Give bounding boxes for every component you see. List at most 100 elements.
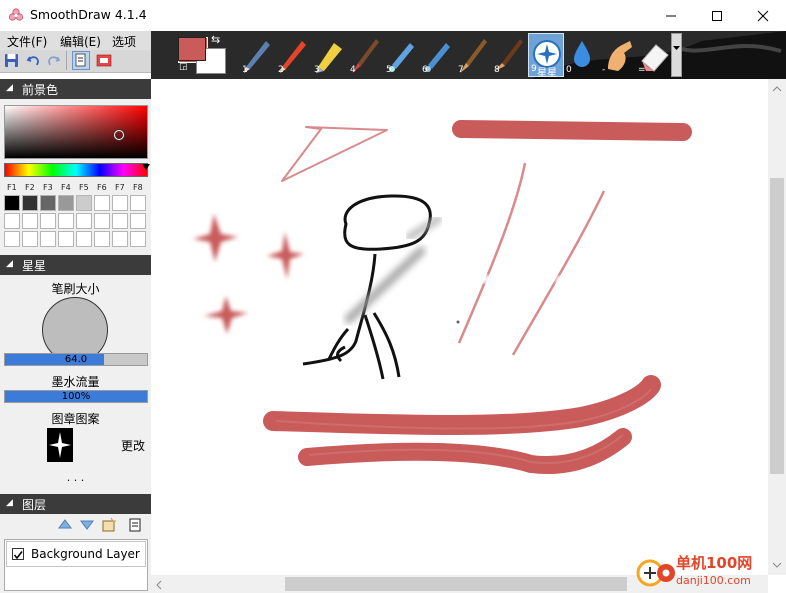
figure-head-stroke (343, 194, 432, 251)
reset-colors-icon[interactable]: ◲ (179, 62, 188, 72)
palette-swatch[interactable] (94, 213, 110, 229)
brush-size-slider[interactable]: 64.0 (4, 353, 148, 366)
stamp-pattern-preview (47, 428, 73, 462)
tool-shortcut-label: - (602, 65, 606, 75)
maximize-icon (712, 10, 722, 21)
minimize-icon (666, 15, 676, 16)
palette-swatch[interactable] (4, 195, 20, 211)
palette-swatch[interactable] (112, 195, 128, 211)
collapse-triangle-icon: ◢ (6, 83, 13, 93)
diagonal-stroke (457, 162, 527, 344)
stamp-pattern-label: 图章图案 (51, 412, 100, 426)
diagonal-stroke (511, 190, 606, 356)
more-options-button[interactable]: . . . (0, 471, 151, 484)
menu-bar: 文件(F) 编辑(E) 选项(O) (0, 31, 151, 64)
star-stamp (193, 214, 238, 262)
palette-shortcut-label: F1 (7, 183, 17, 192)
new-layer-icon[interactable] (101, 517, 117, 532)
brush-toolbar: ⇆ ◲ 1 2 3 4 5 6 7 8 9 星星 0- = (151, 31, 786, 79)
tool-button-7[interactable]: 7 (456, 33, 492, 77)
maximize-button[interactable] (694, 0, 740, 31)
tool-button-6[interactable]: 6 (420, 33, 456, 77)
palette-swatch[interactable] (112, 231, 128, 247)
hue-slider-handle[interactable] (142, 164, 150, 170)
minimize-button[interactable] (648, 0, 694, 31)
layer-down-icon[interactable] (80, 519, 94, 531)
toolbar-divider (66, 51, 67, 70)
smudge-mark (555, 276, 571, 284)
panel-toggle-button[interactable] (72, 51, 90, 70)
palette-swatch[interactable] (4, 213, 20, 229)
swap-colors-icon[interactable]: ⇆ (211, 33, 220, 46)
tool-shortcut-label: 2 (278, 65, 284, 75)
menu-edit[interactable]: 编辑(E) (60, 33, 101, 50)
palette-swatch[interactable] (130, 213, 146, 229)
brush-settings-header[interactable]: ◢ 星星 (0, 255, 151, 275)
color-picker-cursor[interactable] (114, 130, 124, 140)
tool-button--[interactable]: - (600, 33, 636, 77)
palette-swatch[interactable] (22, 231, 38, 247)
palette-swatch[interactable] (58, 213, 74, 229)
hue-slider[interactable] (4, 163, 150, 177)
tool-shortcut-label: 4 (350, 65, 356, 75)
more-tools-button[interactable] (671, 33, 682, 77)
tool-button-3[interactable]: 3 (312, 33, 348, 77)
thick-line-stroke (452, 120, 692, 141)
tool-button-9[interactable]: 9 星星 (528, 33, 564, 79)
smudge-mark (476, 275, 492, 283)
collapse-triangle-icon: ◢ (6, 259, 13, 269)
tool-button-0[interactable]: 0 (564, 33, 600, 77)
star-stamp (267, 232, 304, 279)
palette-swatch[interactable] (4, 231, 20, 247)
scroll-up-icon[interactable] (772, 85, 782, 93)
tool-shortcut-label: 9 (531, 64, 537, 74)
tool-button-5[interactable]: 5 (384, 33, 420, 77)
palette-swatch[interactable] (58, 195, 74, 211)
palette-swatch[interactable] (112, 213, 128, 229)
layer-visibility-checkbox[interactable] (12, 548, 24, 560)
scroll-left-icon[interactable] (155, 580, 163, 590)
dot-mark (456, 320, 460, 324)
redo-icon[interactable] (46, 53, 61, 68)
panel-icon (75, 53, 86, 67)
tool-shortcut-label: 3 (314, 65, 320, 75)
drawing-canvas[interactable] (151, 79, 786, 593)
ink-flow-label: 墨水流量 (51, 375, 100, 389)
palette-swatch[interactable] (22, 213, 38, 229)
palette-swatch[interactable] (94, 195, 110, 211)
palette-swatch[interactable] (130, 195, 146, 211)
layer-row[interactable]: Background Layer (6, 541, 146, 567)
foreground-color-header[interactable]: ◢ 前景色 (0, 79, 151, 99)
tool-button-2[interactable]: 2 (276, 33, 312, 77)
change-stamp-button[interactable]: 更改 (121, 437, 145, 454)
palette-swatch[interactable] (130, 231, 146, 247)
palette-swatch[interactable] (40, 195, 56, 211)
palette-swatch[interactable] (94, 231, 110, 247)
horizontal-scroll-thumb[interactable] (285, 577, 627, 591)
palette-swatch[interactable] (58, 231, 74, 247)
palette-swatch[interactable] (22, 195, 38, 211)
menu-file[interactable]: 文件(F) (7, 33, 47, 50)
close-button[interactable] (740, 0, 786, 31)
layer-properties-icon[interactable] (128, 517, 142, 532)
close-icon (757, 10, 769, 21)
palette-swatch[interactable] (76, 213, 92, 229)
tool-button-=[interactable]: = (636, 33, 672, 77)
palette-swatch[interactable] (40, 213, 56, 229)
undo-icon[interactable] (26, 53, 41, 68)
tool-button-1[interactable]: 1 (240, 33, 276, 77)
tool-button-4[interactable]: 4 (348, 33, 384, 77)
fullscreen-icon[interactable] (96, 53, 112, 68)
collapse-triangle-icon: ◢ (6, 498, 13, 508)
window-title: SmoothDraw 4.1.4 (30, 7, 147, 22)
palette-swatch[interactable] (40, 231, 56, 247)
save-icon[interactable] (4, 53, 19, 68)
layers-header[interactable]: ◢ 图层 (0, 494, 151, 514)
ink-flow-slider[interactable]: 100% (4, 390, 148, 403)
color-picker-field[interactable] (4, 105, 148, 159)
palette-swatch[interactable] (76, 195, 92, 211)
tool-button-8[interactable]: 8 (492, 33, 528, 77)
palette-swatch[interactable] (76, 231, 92, 247)
layer-up-icon[interactable] (58, 519, 72, 531)
vertical-scroll-thumb[interactable] (770, 178, 784, 474)
